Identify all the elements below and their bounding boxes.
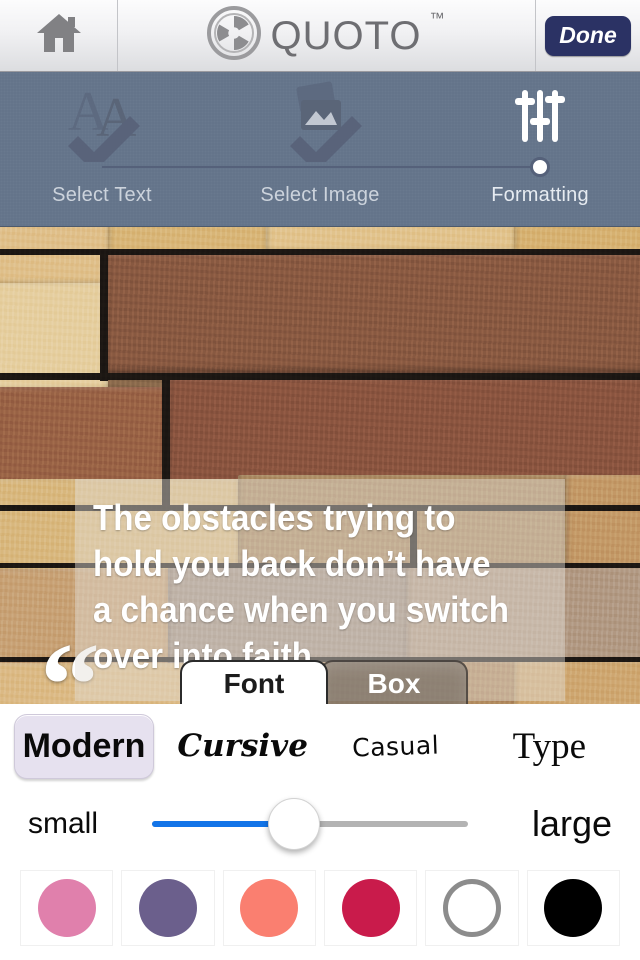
quote-text: The obstacles trying to hold you back do…: [93, 497, 509, 677]
color-dot-black: [544, 879, 603, 937]
color-dot-white: [442, 879, 501, 937]
panel-tabs: Font Box: [0, 658, 640, 704]
color-swatch-black[interactable]: [526, 870, 620, 946]
font-option-cursive[interactable]: Cursive: [166, 730, 319, 762]
color-swatch-white[interactable]: [425, 870, 519, 946]
font-size-slider[interactable]: [152, 798, 468, 850]
header-actions: Done: [536, 0, 640, 71]
slider-thumb[interactable]: [268, 798, 321, 850]
trademark-symbol: ™: [429, 10, 445, 27]
image-check-icon: [220, 72, 420, 162]
sliders-icon: [440, 72, 640, 162]
step-select-image[interactable]: Select Image: [220, 72, 420, 207]
font-style-options: Modern Cursive Casual Type: [0, 704, 640, 788]
aperture-logo-icon: [206, 6, 261, 65]
color-dot-pink: [37, 879, 96, 937]
color-swatch-row: [0, 860, 640, 956]
step-formatting[interactable]: Formatting: [440, 72, 640, 207]
color-swatch-pink[interactable]: [20, 870, 114, 946]
step-progress-bar: A A Select Text Select Image Formatting: [0, 72, 640, 227]
font-option-modern[interactable]: Modern: [14, 713, 154, 779]
slider-max-label: large: [531, 803, 612, 844]
step-label-select-image: Select Image: [260, 184, 380, 206]
text-check-icon: A A: [2, 72, 202, 162]
step-label-select-text: Select Text: [52, 184, 152, 206]
done-button[interactable]: Done: [545, 15, 631, 56]
color-dot-purple: [138, 879, 197, 937]
app-root: QUOTO ™ Done A A Select Text Select Imag…: [0, 0, 640, 960]
home-button[interactable]: [0, 0, 118, 71]
font-option-casual[interactable]: Casual: [319, 730, 473, 762]
tab-box[interactable]: Box: [320, 660, 468, 704]
tab-font[interactable]: Font: [180, 660, 328, 704]
font-option-type[interactable]: Type: [473, 728, 626, 765]
color-swatch-crimson[interactable]: [323, 870, 418, 946]
app-header: QUOTO ™ Done: [0, 0, 640, 72]
font-size-slider-row: small large: [0, 788, 640, 860]
slider-min-label: small: [28, 807, 99, 840]
color-swatch-coral[interactable]: [222, 870, 316, 946]
color-dot-crimson: [341, 879, 400, 937]
brand-name: QUOTO: [270, 13, 422, 58]
color-swatch-purple[interactable]: [121, 870, 215, 946]
formatting-panel: Modern Cursive Casual Type small large: [0, 704, 640, 960]
step-select-text[interactable]: A A Select Text: [2, 72, 202, 207]
brand-logo: QUOTO ™: [118, 0, 536, 71]
quote-preview-canvas[interactable]: “ The obstacles trying to hold you back …: [0, 227, 640, 704]
current-step-indicator: [530, 157, 550, 177]
home-icon: [36, 12, 82, 59]
color-dot-coral: [240, 879, 299, 937]
